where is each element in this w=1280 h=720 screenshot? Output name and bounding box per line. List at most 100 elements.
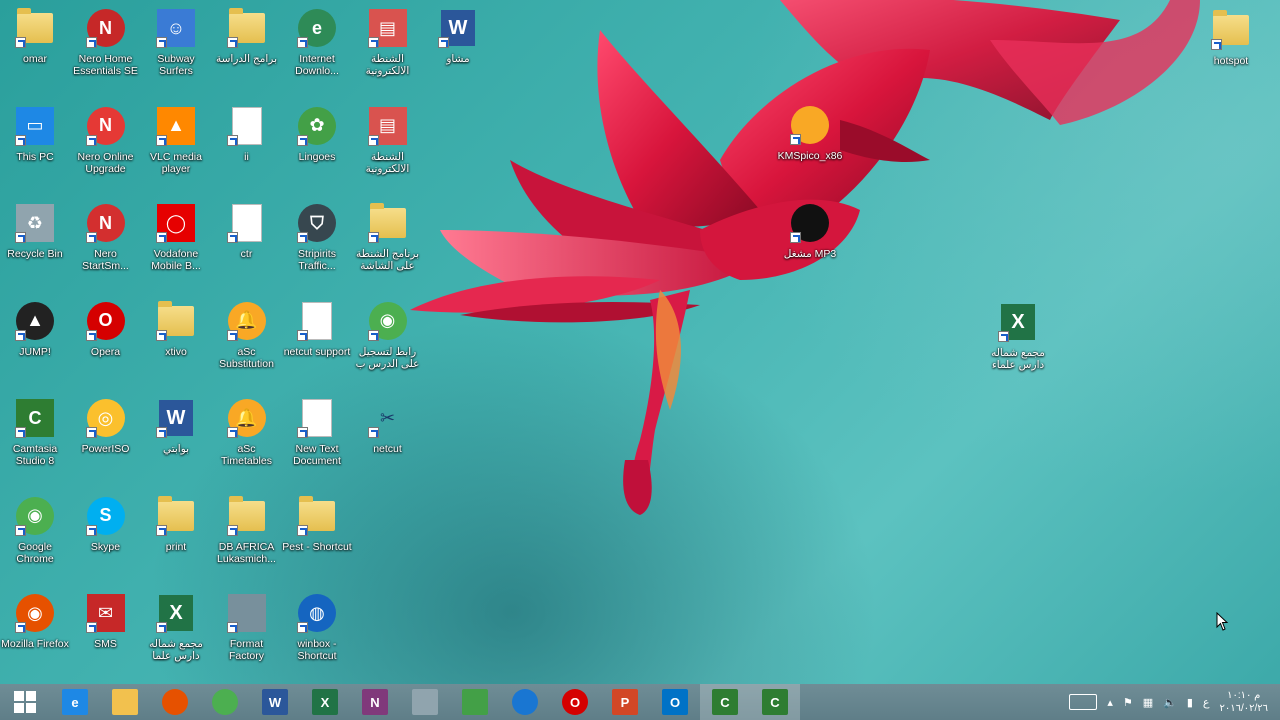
taskbar-app-button[interactable]: W: [250, 684, 300, 720]
shortcut-arrow-icon: [226, 232, 238, 243]
desktop-icon[interactable]: N Nero Home Essentials SE: [71, 6, 141, 77]
shortcut-arrow-icon: [156, 232, 167, 243]
desktop-icon[interactable]: 🔔 aSc Timetables: [212, 396, 282, 467]
shortcut-arrow-icon: [297, 134, 308, 146]
shortcut-arrow-icon: [85, 524, 97, 536]
taskbar-app-icon: [462, 689, 488, 715]
desktop-icon[interactable]: ▭ This PC: [0, 104, 70, 163]
show-hidden-icons-icon[interactable]: ▴: [1107, 696, 1113, 709]
shortcut-arrow-icon: [85, 329, 97, 341]
desktop-icon[interactable]: ◯ Vodafone Mobile B...: [141, 201, 211, 272]
desktop-icon[interactable]: ii: [212, 104, 282, 163]
desktop-icon-label: VLC media player: [150, 150, 202, 175]
taskbar-app-button[interactable]: X: [300, 684, 350, 720]
desktop-icon[interactable]: C Camtasia Studio 8: [0, 396, 70, 467]
desktop-icon[interactable]: S Skype: [71, 494, 141, 553]
desktop-icon-label: This PC: [16, 150, 54, 163]
desktop-icon[interactable]: N Nero Online Upgrade: [71, 104, 141, 175]
desktop-icon-label: رابط لتسجيل على الدرس ب: [355, 345, 420, 370]
desktop-icon[interactable]: ✉ SMS: [71, 591, 141, 650]
desktop-icon[interactable]: ◉ Mozilla Firefox: [0, 591, 70, 650]
volume-icon[interactable]: 🔈: [1163, 696, 1177, 709]
desktop-icon[interactable]: X مجمع شماله دارس علماء: [983, 300, 1053, 371]
desktop-icon[interactable]: O Opera: [71, 299, 141, 358]
battery-icon[interactable]: ▮: [1187, 696, 1193, 709]
desktop-icon-image: W: [436, 6, 480, 50]
language-icon[interactable]: ع: [1203, 696, 1210, 709]
desktop-icon[interactable]: N Nero StartSm...: [71, 201, 141, 272]
taskbar-app-button[interactable]: [150, 684, 200, 720]
desktop-icon-label: Skype: [90, 540, 121, 553]
taskbar-app-icon: [162, 689, 188, 715]
desktop-icon-image: [225, 6, 269, 50]
desktop-icon-image: ✂: [366, 396, 410, 440]
desktop-icon[interactable]: KMSpico_x86: [775, 103, 845, 162]
keyboard-icon[interactable]: [1069, 694, 1098, 710]
desktop-icon[interactable]: ▤ الشنطة الالكترونية: [353, 6, 423, 77]
shortcut-arrow-icon: [226, 524, 238, 536]
taskbar-app-button[interactable]: e: [50, 684, 100, 720]
taskbar-app-icon: [212, 689, 238, 715]
desktop-icon[interactable]: New Text Document: [282, 396, 352, 467]
desktop-icon-image: ▲: [13, 299, 57, 343]
shortcut-arrow-icon: [85, 427, 97, 438]
desktop-icon[interactable]: omar: [0, 6, 70, 65]
desktop-icon-image: N: [84, 104, 128, 148]
system-tray: ▴ ⚑ ▦ 🔈 ▮ ع م ١٠:١٠ ٢٠١٦/٠٢/٢٦: [1069, 684, 1280, 720]
desktop-icon[interactable]: ⛉ Stripirits Traffic...: [282, 201, 352, 272]
desktop-icon-label: مشغل MP3: [783, 248, 837, 260]
taskbar-app-button[interactable]: [100, 684, 150, 720]
desktop-icon[interactable]: برامج الدراسة: [212, 6, 282, 65]
desktop-icon-image: [788, 201, 832, 245]
flag-icon[interactable]: ⚑: [1123, 696, 1133, 709]
desktop-icon-image: [154, 494, 198, 538]
desktop-icon[interactable]: 🔔 aSc Substitution: [212, 299, 282, 370]
taskbar-app-button[interactable]: [200, 684, 250, 720]
desktop-icon[interactable]: Pest - Shortcut: [282, 494, 352, 553]
desktop-icon[interactable]: e Internet Downlo...: [282, 6, 352, 77]
network-icon[interactable]: ▦: [1143, 696, 1153, 709]
desktop-icon[interactable]: ◉ Google Chrome: [0, 494, 70, 565]
desktop-icon[interactable]: ☺ Subway Surfers: [141, 6, 211, 77]
desktop-icon[interactable]: X مجمع شماله دارس علما: [141, 591, 211, 662]
desktop-icon[interactable]: ◎ PowerISO: [71, 396, 141, 455]
taskbar-app-icon: C: [712, 689, 738, 715]
shortcut-arrow-icon: [790, 134, 801, 145]
desktop-icon[interactable]: ◍ winbox - Shortcut: [282, 591, 352, 662]
desktop-icon-image: 🔔: [225, 299, 269, 343]
start-button[interactable]: [0, 684, 50, 720]
desktop-icon[interactable]: ◉ رابط لتسجيل على الدرس ب: [353, 299, 423, 370]
taskbar-app-button[interactable]: [450, 684, 500, 720]
desktop-icon-image: ⛉: [295, 201, 339, 245]
taskbar-app-button[interactable]: [400, 684, 450, 720]
taskbar-app-button[interactable]: P: [600, 684, 650, 720]
desktop-icon[interactable]: ctr: [212, 201, 282, 260]
clock[interactable]: م ١٠:١٠ ٢٠١٦/٠٢/٢٦: [1219, 689, 1268, 715]
shortcut-arrow-icon: [367, 37, 379, 48]
taskbar-app-icon: N: [362, 689, 388, 715]
desktop-icon[interactable]: W بوابتي: [141, 396, 211, 455]
desktop-icon[interactable]: ♻ Recycle Bin: [0, 201, 70, 260]
desktop-icon-label: Lingoes: [298, 150, 336, 163]
taskbar-app-icon: W: [262, 689, 288, 715]
desktop-icon[interactable]: xtivo: [141, 299, 211, 358]
taskbar-app-button[interactable]: O: [550, 684, 600, 720]
desktop-icon[interactable]: مشغل MP3: [775, 201, 845, 260]
desktop-icon[interactable]: ▲ JUMP!: [0, 299, 70, 358]
taskbar-app-button[interactable]: O: [650, 684, 700, 720]
desktop-icon[interactable]: ▲ VLC media player: [141, 104, 211, 175]
taskbar-app-button[interactable]: [500, 684, 550, 720]
taskbar-app-button[interactable]: C: [700, 684, 750, 720]
desktop-icon[interactable]: W مشاو: [423, 6, 493, 65]
taskbar-app-button[interactable]: C: [750, 684, 800, 720]
desktop-icon[interactable]: ▤ الشنطة الالكترونية: [353, 104, 423, 175]
desktop-icon[interactable]: DB AFRICA Lukasmich...: [212, 494, 282, 565]
desktop-icon[interactable]: print: [141, 494, 211, 553]
desktop-icon[interactable]: ✿ Lingoes: [282, 104, 352, 163]
desktop-icon[interactable]: Format Factory: [212, 591, 282, 662]
taskbar-app-button[interactable]: N: [350, 684, 400, 720]
desktop-icon[interactable]: hotspot: [1196, 8, 1266, 67]
desktop-icon[interactable]: برنامج الشنطة على الشاشة: [353, 201, 423, 272]
desktop-icon[interactable]: netcut support: [282, 299, 352, 358]
desktop-icon[interactable]: ✂ netcut: [353, 396, 423, 455]
